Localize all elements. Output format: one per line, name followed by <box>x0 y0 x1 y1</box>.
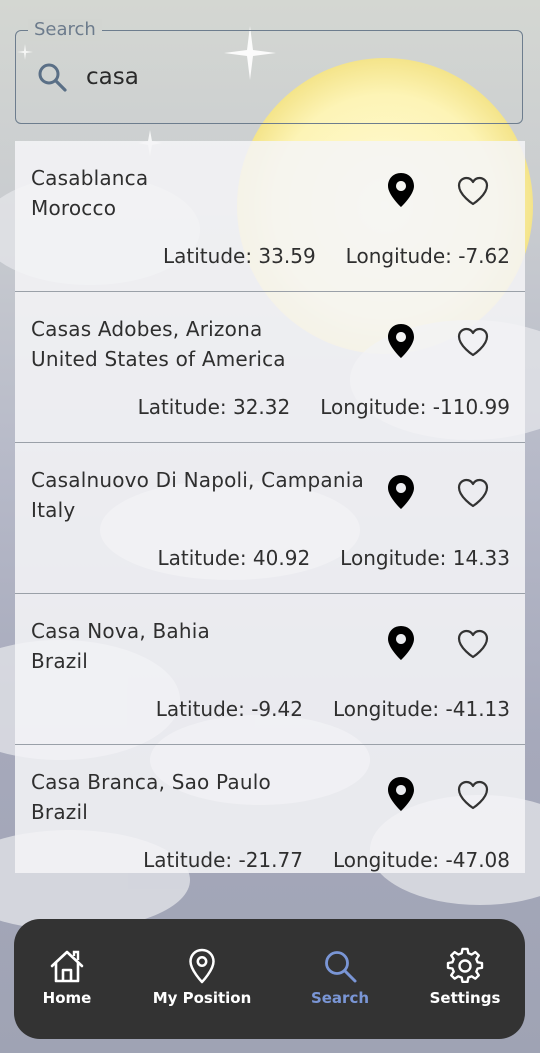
coordinates: Latitude: 32.32 Longitude: -110.99 <box>138 395 510 419</box>
nav-item-settings[interactable]: Settings <box>410 947 520 1007</box>
place-name-block: Casa Nova, Bahia Brazil <box>31 616 210 676</box>
coordinates: Latitude: 33.59 Longitude: -7.62 <box>163 244 510 268</box>
list-item[interactable]: Casa Nova, Bahia Brazil Latitude: -9.42 L… <box>15 594 525 745</box>
place-name-block: Casablanca Morocco <box>31 163 148 223</box>
nav-label-my-position: My Position <box>152 989 252 1007</box>
place-name-block: Casas Adobes, Arizona United States of A… <box>31 314 286 374</box>
gear-icon <box>446 947 484 984</box>
map-pin-icon[interactable] <box>386 323 416 359</box>
place-country: Morocco <box>31 196 117 220</box>
list-item[interactable]: Casalnuovo Di Napoli, Campania Italy Lat… <box>15 443 525 594</box>
search-input[interactable] <box>86 59 506 95</box>
longitude: Longitude: -7.62 <box>345 244 510 268</box>
search-icon <box>36 61 68 93</box>
place-name: Casas Adobes, Arizona <box>31 317 263 341</box>
coordinates: Latitude: -21.77 Longitude: -47.08 <box>143 848 510 872</box>
list-item[interactable]: Casablanca Morocco Latitude: 33.59 Longit… <box>15 141 525 292</box>
place-country: Brazil <box>31 800 89 824</box>
place-country: Italy <box>31 498 76 522</box>
place-name-block: Casalnuovo Di Napoli, Campania Italy <box>31 465 364 525</box>
latitude: Latitude: 40.92 <box>157 546 311 570</box>
home-icon <box>50 950 84 983</box>
heart-icon[interactable] <box>456 477 490 509</box>
longitude: Longitude: -41.13 <box>332 697 510 721</box>
map-pin-icon[interactable] <box>386 474 416 510</box>
latitude: Latitude: -9.42 <box>155 697 303 721</box>
nav-label-settings: Settings <box>429 989 501 1007</box>
search-icon <box>325 951 357 983</box>
longitude: Longitude: -47.08 <box>332 848 510 872</box>
latitude: Latitude: 33.59 <box>163 244 316 268</box>
place-name-block: Casa Branca, Sao Paulo Brazil <box>31 767 271 827</box>
map-pin-icon[interactable] <box>386 776 416 812</box>
map-pin-icon[interactable] <box>386 625 416 661</box>
nav-item-home[interactable]: Home <box>12 947 122 1007</box>
place-name: Casablanca <box>31 166 149 190</box>
heart-icon[interactable] <box>456 326 490 358</box>
longitude: Longitude: -110.99 <box>320 395 510 419</box>
bottom-navigation: Home My Position Search Settings <box>14 919 525 1039</box>
heart-icon[interactable] <box>456 779 490 811</box>
coordinates: Latitude: 40.92 Longitude: 14.33 <box>158 546 511 570</box>
heart-icon[interactable] <box>456 628 490 660</box>
place-country: Brazil <box>31 649 89 673</box>
latitude: Latitude: -21.77 <box>143 848 303 872</box>
longitude: Longitude: 14.33 <box>340 546 510 570</box>
location-pin-icon <box>189 948 215 984</box>
coordinates: Latitude: -9.42 Longitude: -41.13 <box>156 697 510 721</box>
results-list: Casablanca Morocco Latitude: 33.59 Longit… <box>15 141 525 873</box>
place-name: Casa Branca, Sao Paulo <box>31 770 271 794</box>
map-pin-icon[interactable] <box>386 172 416 208</box>
nav-item-search[interactable]: Search <box>285 947 395 1007</box>
nav-label-search: Search <box>310 989 370 1007</box>
list-item[interactable]: Casas Adobes, Arizona United States of A… <box>15 292 525 443</box>
search-field[interactable]: Search <box>15 19 523 124</box>
heart-icon[interactable] <box>456 175 490 207</box>
search-field-label: Search <box>28 19 102 41</box>
list-item[interactable]: Casa Branca, Sao Paulo Brazil Latitude: … <box>15 745 525 873</box>
place-name: Casalnuovo Di Napoli, Campania <box>31 468 364 492</box>
place-country: United States of America <box>31 347 286 371</box>
nav-label-home: Home <box>42 989 92 1007</box>
nav-item-my-position[interactable]: My Position <box>147 947 257 1007</box>
place-name: Casa Nova, Bahia <box>31 619 210 643</box>
latitude: Latitude: 32.32 <box>137 395 291 419</box>
